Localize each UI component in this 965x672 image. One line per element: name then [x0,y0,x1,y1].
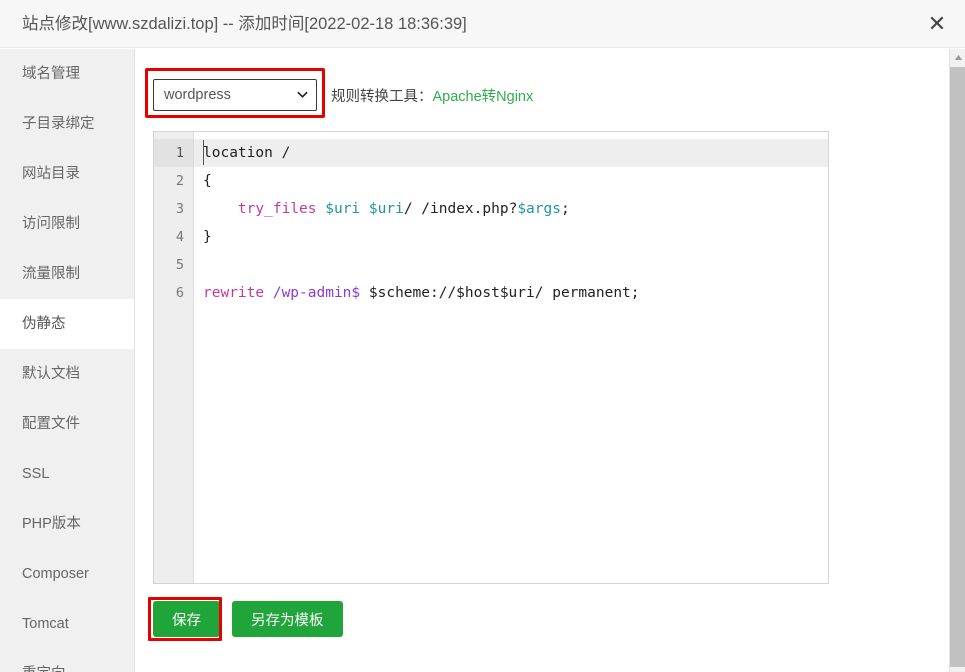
code-token: { [203,173,212,189]
line-number: 4 [175,229,184,245]
code-line-6[interactable]: rewrite /wp-admin$ $scheme://$host$uri/ … [194,279,828,307]
dialog-title: 站点修改[www.szdalizi.top] -- 添加时间[2022-02-1… [22,15,467,33]
editor-gutter: 1 2 3 4 5 6 [154,132,194,583]
code-token-variable: $uri [325,201,361,217]
converter-label: 规则转换工具： [331,88,433,105]
sidebar-item-tomcat[interactable]: Tomcat [0,599,134,649]
code-token-path: /wp-admin$ [272,285,361,301]
line-number: 6 [175,285,184,301]
code-token-variable: $args [517,201,561,217]
code-token-keyword: rewrite [203,285,265,301]
rule-select-wrapper[interactable]: wordpress [153,79,317,111]
line-number: 2 [175,173,184,189]
code-line-1[interactable]: location / [194,139,828,167]
scrollbar-thumb[interactable] [950,67,965,667]
dialog-scrollbar[interactable] [949,49,965,672]
sidebar-item-access[interactable]: 访问限制 [0,199,134,249]
sidebar-item-phpversion[interactable]: PHP版本 [0,499,134,549]
code-line-2[interactable]: { [194,167,828,195]
site-edit-dialog: 站点修改[www.szdalizi.top] -- 添加时间[2022-02-1… [0,0,965,672]
dialog-titlebar: 站点修改[www.szdalizi.top] -- 添加时间[2022-02-1… [0,0,965,48]
rule-template-select[interactable]: wordpress [153,79,317,111]
sidebar-item-ssl[interactable]: SSL [0,449,134,499]
code-token-variable: $uri [368,201,404,217]
action-buttons: 保存 另存为模板 [153,601,343,637]
chevron-up-icon[interactable] [950,49,965,66]
code-token: location / [203,145,291,161]
line-number: 3 [175,201,184,217]
code-token: $scheme://$host$uri/ permanent; [360,285,640,301]
rewrite-code-editor[interactable]: 1 2 3 4 5 6 location / { try_files $uri … [153,131,829,584]
sidebar-item-traffic[interactable]: 流量限制 [0,249,134,299]
apache-to-nginx-link[interactable]: Apache转Nginx [433,85,534,106]
rule-toolbar: wordpress 规则转换工具： Apache转Nginx [153,77,533,113]
rewrite-panel: wordpress 规则转换工具： Apache转Nginx 1 2 3 4 5… [136,49,949,672]
editor-code-area[interactable]: location / { try_files $uri $uri/ /index… [194,132,828,583]
code-line-4[interactable]: } [194,223,828,251]
save-as-template-button[interactable]: 另存为模板 [232,601,343,637]
sidebar-item-defaultdoc[interactable]: 默认文档 [0,349,134,399]
line-number: 1 [154,139,193,167]
close-icon[interactable]: ✕ [921,8,953,40]
code-line-3[interactable]: try_files $uri $uri/ /index.php?$args; [194,195,828,223]
text-caret [203,140,204,165]
sidebar-item-redirect[interactable]: 重定向 [0,649,134,672]
save-button[interactable]: 保存 [153,601,220,637]
sidebar-item-composer[interactable]: Composer [0,549,134,599]
sidebar-item-configfile[interactable]: 配置文件 [0,399,134,449]
line-number: 5 [175,257,184,273]
sidebar-item-webdir[interactable]: 网站目录 [0,149,134,199]
sidebar-item-subdir[interactable]: 子目录绑定 [0,99,134,149]
settings-sidebar[interactable]: 域名管理 子目录绑定 网站目录 访问限制 流量限制 伪静态 默认文档 配置文件 … [0,49,135,672]
sidebar-item-rewrite[interactable]: 伪静态 [0,299,134,349]
code-token-keyword: try_files [237,201,317,217]
code-token: / /index.php? [403,201,518,217]
sidebar-item-domain[interactable]: 域名管理 [0,49,134,99]
code-token: } [203,229,212,245]
code-line-5[interactable] [194,251,828,279]
code-token: ; [560,201,570,217]
